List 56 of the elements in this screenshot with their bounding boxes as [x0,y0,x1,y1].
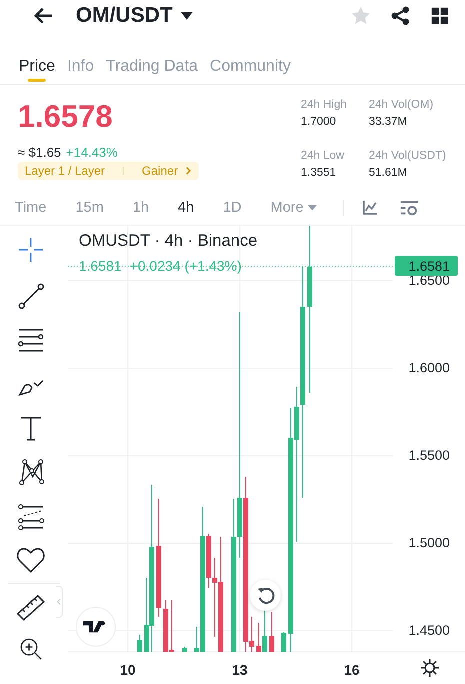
stat-value: 1.7000 [301,116,338,128]
last-price: 1.6578 [18,99,114,135]
indicator-icon[interactable] [362,200,378,216]
share-icon[interactable] [391,6,411,26]
interval-tab[interactable]: 1D [223,200,242,216]
date-axis-label: 16 [344,662,360,678]
caret-icon [308,205,317,211]
price-axis-label: 1.5500 [408,448,450,463]
more-dropdown[interactable]: More [270,200,317,216]
date-axis-label: 10 [120,662,136,678]
interval-tab[interactable]: 1h [132,200,150,216]
reset-button[interactable] [250,580,281,611]
tab[interactable]: Community [210,46,291,84]
chart-last-price: 1.6581 [79,258,122,274]
stat-label: 24h Vol(OM) [369,99,435,111]
candle [138,635,142,652]
stat-value: 33.37M [369,116,408,128]
stat-label: 24h Vol(USDT) [369,150,448,162]
candle [270,612,274,652]
zoom-in-icon[interactable] [18,636,44,662]
price-change: +14.43% [66,145,118,160]
category-tag[interactable]: Layer 1 / Layer [25,164,106,178]
price-axis-label: 1.6000 [408,360,450,376]
price-tag: 1.6581 [395,256,458,276]
price-axis-label: 1.6500 [408,273,450,288]
refresh-icon [256,586,276,606]
stat-label: 24h High [301,99,348,111]
ruler-icon[interactable] [16,592,46,622]
chevron-left-icon [57,598,61,606]
interval-tab[interactable]: 15m [76,200,104,216]
tag-bar[interactable]: Layer 1 / Layer Gainer [18,162,200,180]
chart-change: +0.0234 (+1.43%) [130,258,242,274]
stat-label: 24h Low [301,150,346,162]
stat-value: 1.3551 [301,166,338,178]
pair-title[interactable]: OM/USDT [76,4,173,28]
line-tool-icon[interactable] [16,281,46,311]
interval-tab[interactable]: Time [15,200,47,216]
candle [282,632,286,652]
candle [182,647,188,652]
usd-price: ≈ $1.65 [18,145,62,160]
tab[interactable]: Trading Data [106,46,198,84]
logo-badge[interactable] [76,607,116,647]
price-axis-label: 1.5000 [408,536,450,550]
date-axis-label: 13 [232,662,248,678]
stat-value: 51.61M [369,166,408,178]
star-icon[interactable] [351,6,371,26]
grid-icon[interactable] [431,7,449,25]
back-arrow-icon[interactable] [34,6,54,26]
category-tag[interactable]: Gainer [142,164,178,178]
tab[interactable]: Info [67,46,94,84]
tab[interactable]: Price [19,46,56,84]
price-axis-label: 1.4500 [408,623,450,638]
settings-icon[interactable] [420,658,440,678]
interval-tab[interactable]: 4h [178,200,194,216]
caret-icon[interactable] [180,12,193,20]
chart-title: OMUSDT · 4h · Binance [79,232,258,251]
